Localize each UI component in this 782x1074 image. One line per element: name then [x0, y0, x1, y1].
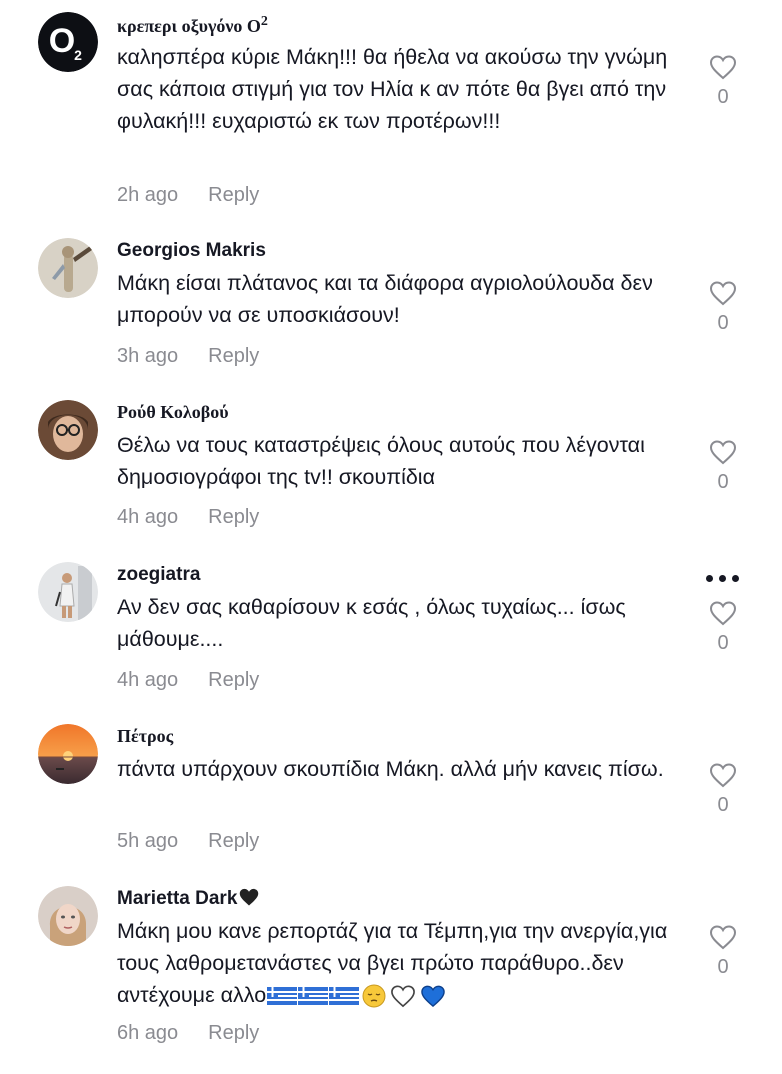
comment-meta: 3h ago Reply: [117, 345, 259, 368]
like-count: 0: [717, 312, 729, 334]
user-avatar[interactable]: [38, 400, 98, 460]
username[interactable]: zoegiatra: [117, 564, 200, 586]
statue-icon: [38, 238, 98, 298]
username[interactable]: Ρούθ Κολοβού: [117, 402, 229, 423]
comment-meta: 4h ago Reply: [117, 506, 259, 529]
pensive-face-emoji: [362, 984, 386, 1008]
blue-heart-emoji: [421, 985, 445, 1008]
comment-meta: 6h ago Reply: [117, 1022, 259, 1045]
heart-outline-icon: [709, 55, 737, 80]
username[interactable]: κρεπερι οξυγόνο Ο2: [117, 14, 268, 37]
comment-text: Αν δεν σας καθαρίσουν κ εσάς , όλως τυχα…: [117, 595, 626, 651]
user-avatar[interactable]: [38, 724, 98, 784]
comment-text: Θέλω να τους καταστρέψεις όλους αυτούς π…: [117, 433, 645, 489]
sunset-icon: [38, 724, 98, 784]
reply-button[interactable]: Reply: [208, 506, 259, 528]
reply-button[interactable]: Reply: [208, 184, 259, 206]
like-count: 0: [717, 86, 729, 108]
timestamp: 4h ago: [117, 669, 179, 691]
user-avatar[interactable]: [38, 238, 98, 298]
woman-blonde-icon: [38, 886, 98, 946]
username[interactable]: Πέτρος: [117, 726, 173, 747]
o2-logo-icon: O 2: [38, 12, 98, 72]
reply-button[interactable]: Reply: [208, 1022, 259, 1044]
reply-button[interactable]: Reply: [208, 830, 259, 852]
svg-text:2: 2: [74, 47, 82, 63]
svg-text:O: O: [49, 22, 75, 60]
username[interactable]: Marietta Dark: [117, 888, 260, 910]
like-button[interactable]: 0: [708, 600, 738, 655]
comment-text: Μάκη είσαι πλάτανος και τα διάφορα αγριο…: [117, 271, 653, 327]
comment-item: zoegiatra Αν δεν σας καθαρίσουν κ εσάς ,…: [0, 562, 782, 702]
heart-outline-icon: [709, 601, 737, 626]
comment-meta: 5h ago Reply: [117, 830, 259, 853]
emoji-group: [266, 983, 446, 1008]
like-button[interactable]: 0: [708, 54, 738, 109]
comment-item: Πέτρος πάντα υπάρχουν σκουπίδια Μάκη. αλ…: [0, 724, 782, 864]
more-options-button[interactable]: [706, 575, 740, 583]
woman-glasses-icon: [38, 400, 98, 460]
like-button[interactable]: 0: [708, 439, 738, 494]
comment-text: καλησπέρα κύριε Μάκη!!! θα ήθελα να ακού…: [117, 45, 668, 133]
comment-meta: 2h ago Reply: [117, 184, 259, 207]
like-button[interactable]: 0: [708, 924, 738, 979]
heart-outline-icon: [709, 925, 737, 950]
comment-item: Georgios Makris Μάκη είσαι πλάτανος και …: [0, 238, 782, 378]
greek-flag-emoji: [267, 987, 298, 1006]
woman-standing-icon: [38, 562, 98, 622]
comment-text: Μάκη μου κανε ρεπορτάζ για τα Τέμπη,για …: [117, 915, 687, 1011]
timestamp: 5h ago: [117, 830, 179, 852]
heart-outline-icon: [709, 281, 737, 306]
like-count: 0: [717, 471, 729, 493]
comment-meta: 4h ago Reply: [117, 669, 259, 692]
heart-outline-icon: [709, 440, 737, 465]
user-avatar[interactable]: O 2: [38, 12, 98, 72]
like-button[interactable]: 0: [708, 280, 738, 335]
timestamp: 3h ago: [117, 345, 179, 367]
like-count: 0: [717, 956, 729, 978]
timestamp: 4h ago: [117, 506, 179, 528]
username[interactable]: Georgios Makris: [117, 240, 266, 262]
comment-item: O 2 κρεπερι οξυγόνο Ο2 καλησπέρα κύριε Μ…: [0, 12, 782, 222]
timestamp: 2h ago: [117, 184, 179, 206]
greek-flag-emoji: [329, 987, 360, 1006]
like-button[interactable]: 0: [708, 762, 738, 817]
like-count: 0: [717, 632, 729, 654]
comment-text: πάντα υπάρχουν σκουπίδια Μάκη. αλλά μήν …: [117, 757, 664, 781]
comment-item: Ρούθ Κολοβού Θέλω να τους καταστρέψεις ό…: [0, 400, 782, 540]
user-avatar[interactable]: [38, 886, 98, 946]
like-count: 0: [717, 794, 729, 816]
heart-outline-icon: [709, 763, 737, 788]
user-avatar[interactable]: [38, 562, 98, 622]
greek-flag-emoji: [298, 987, 329, 1006]
white-heart-emoji: [391, 985, 416, 1008]
reply-button[interactable]: Reply: [208, 669, 259, 691]
comment-item: Marietta Dark Μάκη μου κανε ρεπορτάζ για…: [0, 886, 782, 1066]
reply-button[interactable]: Reply: [208, 345, 259, 367]
timestamp: 6h ago: [117, 1022, 179, 1044]
black-heart-emoji: [240, 889, 259, 906]
